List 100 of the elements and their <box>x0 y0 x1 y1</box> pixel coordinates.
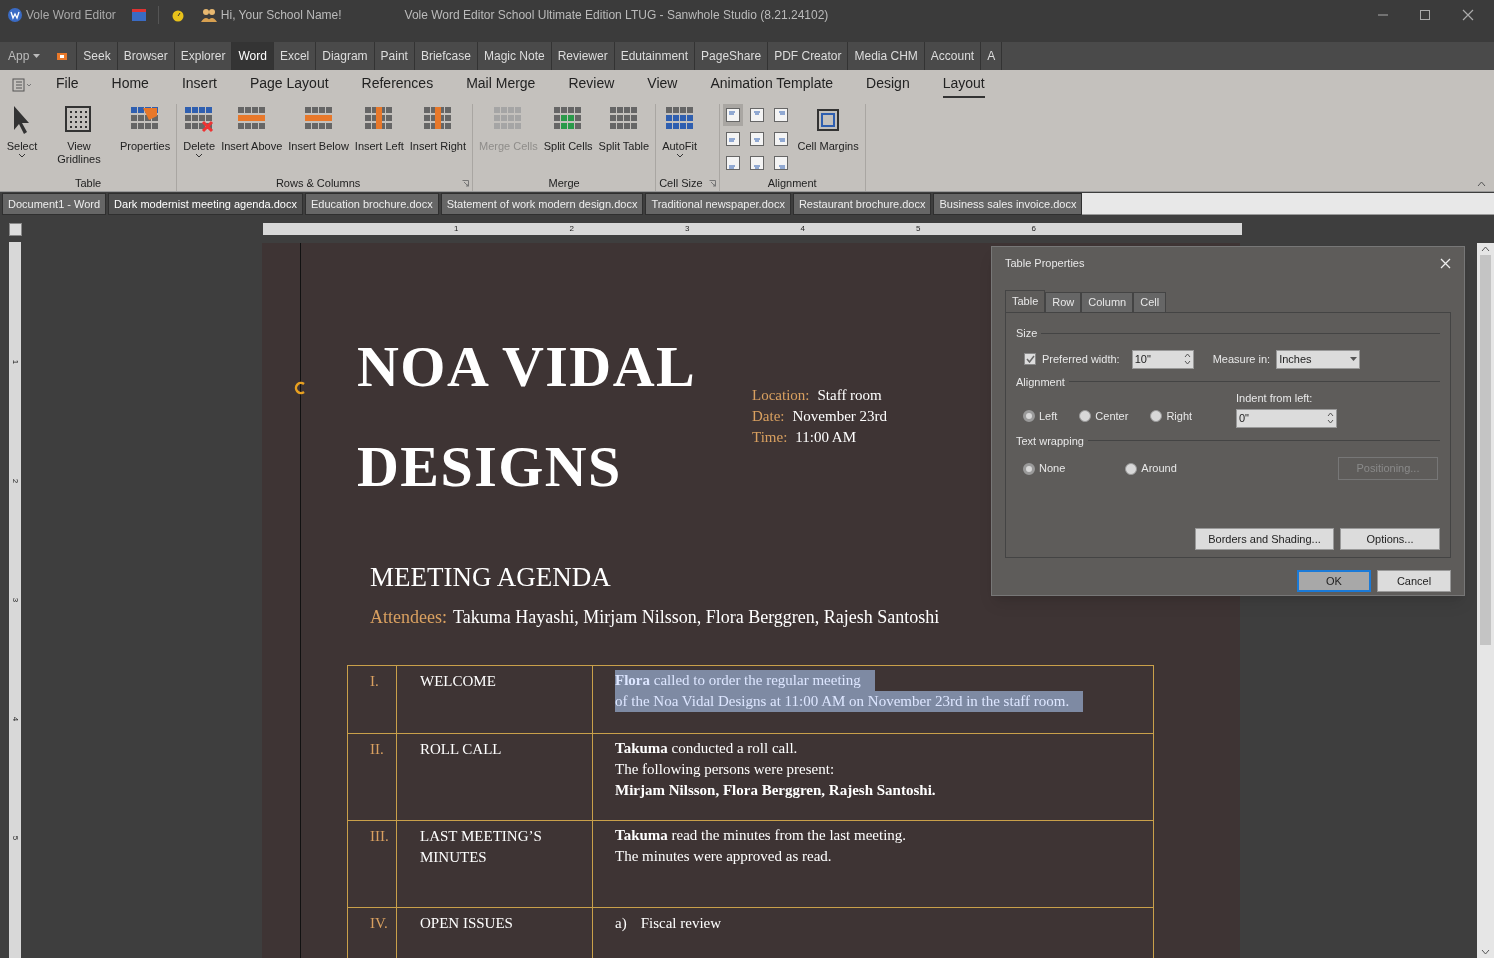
detail-label: Location: <box>752 386 810 405</box>
close-icon[interactable] <box>1462 9 1474 21</box>
radio-button[interactable] <box>1150 410 1163 423</box>
ribbon-tab[interactable]: Page Layout <box>249 72 329 98</box>
ribbon-tab[interactable]: Animation Template <box>710 72 834 98</box>
quick-access-icon[interactable] <box>12 78 32 92</box>
detail-label: Time: <box>752 428 788 447</box>
measure-dropdown[interactable]: Inches <box>1276 349 1361 369</box>
document-tab[interactable]: Dark modernist meeting agenda.docx <box>108 193 303 215</box>
item-number: IV. <box>370 913 389 933</box>
radio-option[interactable]: None <box>1023 460 1066 477</box>
ribbon-button[interactable]: View Gridlines <box>41 104 117 166</box>
ribbon-button[interactable]: Insert Above <box>218 104 286 153</box>
group-label: Cell Size <box>659 175 703 191</box>
ribbon-button[interactable]: Insert Below <box>285 104 352 153</box>
scroll-up-icon[interactable] <box>1481 246 1490 252</box>
item-number: III. <box>370 826 390 846</box>
item-text: The minutes were approved as read. <box>615 846 832 866</box>
radio-option[interactable]: Center <box>1079 408 1129 425</box>
document-tab[interactable]: Education brochure.docx <box>304 193 439 215</box>
calendar-icon[interactable] <box>131 9 146 21</box>
item-text: Takuma read the minutes from the last meeting. <box>615 825 907 845</box>
app-name: Vole Word Editor <box>26 7 116 24</box>
radio-button[interactable] <box>1125 462 1138 475</box>
ruler-number: 1 <box>10 359 21 364</box>
caret-icon <box>1350 357 1358 361</box>
app-menu-item[interactable]: Word <box>231 42 273 70</box>
dialog-button[interactable]: Borders and Shading... <box>1195 528 1334 550</box>
vertical-scrollbar[interactable] <box>1477 243 1494 958</box>
ruler-number: 2 <box>10 478 21 483</box>
ribbon-button[interactable]: Insert Right <box>406 104 469 153</box>
indent-input[interactable]: 0" <box>1236 408 1337 428</box>
ribbon-button[interactable]: Insert Left <box>351 104 407 153</box>
dialog-tab[interactable]: Table <box>1005 290 1046 312</box>
stopwatch-icon[interactable] <box>170 8 185 22</box>
document-tab[interactable]: Statement of work modern design.docx <box>440 193 644 215</box>
app-menu-button[interactable]: App <box>0 42 49 70</box>
ribbon-tab[interactable]: Design <box>866 72 910 98</box>
ribbon-button[interactable]: Select <box>3 104 41 158</box>
ribbon-button[interactable]: Delete <box>180 104 219 158</box>
document-tab[interactable]: Restaurant brochure.docx <box>792 193 932 215</box>
radio-button[interactable] <box>1023 410 1035 423</box>
radio-option[interactable]: Around <box>1125 460 1177 477</box>
ribbon-tab[interactable]: References <box>361 72 434 98</box>
detail-value: 11:00 AM <box>795 428 856 447</box>
scroll-down-icon[interactable] <box>1481 949 1490 955</box>
cancel-button[interactable]: Cancel <box>1377 570 1451 592</box>
ribbon-button[interactable]: Cell Margins <box>794 104 862 153</box>
dialog-launcher-icon[interactable] <box>708 179 716 187</box>
ruler-number: 5 <box>10 836 21 841</box>
group-label: Alignment <box>767 175 817 191</box>
checkmark-icon <box>1025 355 1035 363</box>
section-label: Text wrapping <box>1016 433 1084 449</box>
field-label: Indent from left: <box>1236 391 1314 406</box>
radio-button[interactable] <box>1023 462 1035 475</box>
checkbox[interactable] <box>1024 353 1036 365</box>
list-item-text: Fiscal review <box>640 913 722 933</box>
ruler-number: 6 <box>1030 223 1036 235</box>
dialog-button[interactable]: Options... <box>1340 528 1440 550</box>
ribbon-tab[interactable]: Mail Merge <box>466 72 536 98</box>
group-label: Merge <box>548 175 580 191</box>
users-icon <box>200 8 217 22</box>
dialog-title: Table Properties <box>1005 255 1085 271</box>
attendees-list: Takuma Hayashi, Mirjam Nilsson, Flora Berggren, Rajesh Santoshi <box>453 603 940 631</box>
radio-option[interactable]: Left <box>1023 408 1058 425</box>
group-label: Table <box>74 175 102 191</box>
caret-icon <box>18 153 26 158</box>
dialog-tab[interactable]: Column <box>1081 292 1134 312</box>
ruler-number: 3 <box>684 223 690 235</box>
ribbon-tab[interactable]: Home <box>111 72 149 98</box>
ribbon-tab[interactable]: File <box>56 72 79 98</box>
detail-label: Date: <box>752 407 785 426</box>
document-tab[interactable]: Traditional newspaper.docx <box>645 193 791 215</box>
ribbon-button[interactable]: Properties <box>117 104 174 153</box>
caret-icon <box>195 153 204 158</box>
ribbon-tab[interactable]: Layout <box>942 72 985 98</box>
document-tab[interactable]: Business sales invoice.docx <box>933 193 1083 215</box>
maximize-icon[interactable] <box>1420 10 1430 20</box>
collapse-ribbon-icon[interactable] <box>1477 181 1486 187</box>
scrollbar-thumb[interactable] <box>1480 255 1491 645</box>
cell-alignment-button[interactable] <box>722 104 743 126</box>
dialog-launcher-icon[interactable] <box>462 179 469 187</box>
ruler-number: 4 <box>10 716 21 722</box>
ribbon-tab[interactable]: Review <box>568 72 615 98</box>
tab-stop-selector[interactable] <box>8 223 22 236</box>
ribbon-button[interactable]: Split Cells <box>540 104 596 153</box>
ribbon-button[interactable]: AutoFit <box>659 104 700 158</box>
ok-button[interactable]: OK <box>1297 570 1371 592</box>
greeting-text: Hi, Your School Name! <box>220 7 342 24</box>
ribbon-button[interactable]: Split Table <box>595 104 653 153</box>
dialog-tab[interactable]: Cell <box>1133 292 1167 312</box>
radio-button[interactable] <box>1079 410 1092 423</box>
dialog-tab[interactable]: Row <box>1045 292 1082 312</box>
item-title: ROLL CALL <box>420 739 503 759</box>
ribbon-tab[interactable]: Insert <box>181 72 217 98</box>
radio-option[interactable]: Right <box>1150 408 1193 425</box>
width-input[interactable]: 10" <box>1131 349 1194 369</box>
document-tab[interactable]: Document1 - Word <box>2 193 107 215</box>
toolbox-icon[interactable] <box>56 50 69 62</box>
ribbon-tab[interactable]: View <box>647 72 678 98</box>
